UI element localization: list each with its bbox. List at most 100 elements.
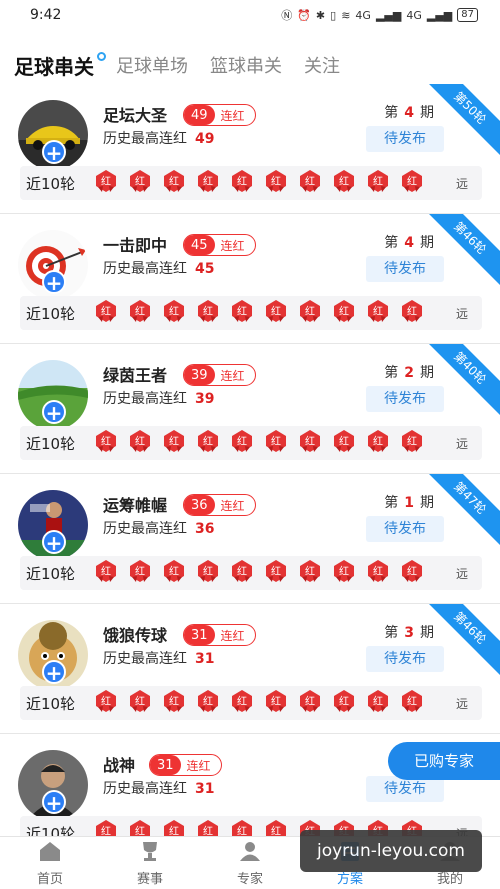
status-icons: Ⓝ ⏰ ✱ ▯ ≋ 4G ▂▄▆ 4G ▂▄▆ 87 xyxy=(281,7,478,23)
period-number: 3 xyxy=(404,625,414,641)
expert-name: 饿狼传球 xyxy=(103,626,168,645)
pending-status-button[interactable]: 待发布 xyxy=(366,256,444,282)
history-label: 历史最高连红 xyxy=(103,651,187,667)
red-result-icon: 红 xyxy=(264,429,288,457)
svg-text:红: 红 xyxy=(339,435,349,448)
period-prefix: 第 xyxy=(384,235,399,251)
tab-football-single[interactable]: 足球单场 xyxy=(116,54,188,80)
streak-label: 连红 xyxy=(220,238,245,253)
network-b-label: 4G xyxy=(406,8,422,22)
history-label: 历史最高连红 xyxy=(103,781,187,797)
tab-label: 足球串关 xyxy=(14,55,94,79)
red-result-icon: 红 xyxy=(366,559,390,587)
red-result-icon: 红 xyxy=(332,429,356,457)
nav-item-home[interactable]: 首页 xyxy=(0,837,100,889)
far-label: 远 xyxy=(455,177,468,191)
svg-text:红: 红 xyxy=(135,435,145,448)
pending-status-button[interactable]: 待发布 xyxy=(366,646,444,672)
expert-card[interactable]: + 一击即中 45 连红 历史最高连红 45 第 4 期待发布 第46轮 近10轮红红红红红红红红红… xyxy=(0,214,500,344)
pending-status-button[interactable]: 待发布 xyxy=(366,126,444,152)
svg-text:红: 红 xyxy=(169,435,179,448)
recent-label: 近10轮 xyxy=(26,434,76,453)
period-info: 第4期 xyxy=(384,102,434,122)
expert-card[interactable]: + 饿狼传球 31 连红 历史最高连红 31 第 3 期待发布 第46轮 近10轮红红红红红红红红红… xyxy=(0,604,500,734)
period-info: 第2期 xyxy=(384,362,434,382)
red-result-icon: 红 xyxy=(298,169,322,197)
red-result-icon: 红 xyxy=(332,299,356,327)
history-value: 36 xyxy=(195,521,215,537)
follow-plus-icon[interactable]: + xyxy=(42,270,66,294)
streak-label: 连红 xyxy=(220,498,245,513)
svg-text:红: 红 xyxy=(169,565,179,578)
streak-badge: 45 连红 xyxy=(183,234,256,256)
svg-text:红: 红 xyxy=(101,305,111,318)
follow-plus-icon[interactable]: + xyxy=(42,140,66,164)
period-suffix: 期 xyxy=(420,495,434,511)
pending-status-button[interactable]: 待发布 xyxy=(366,386,444,412)
svg-text:红: 红 xyxy=(373,175,383,188)
svg-text:红: 红 xyxy=(271,565,281,578)
svg-text:红: 红 xyxy=(203,435,213,448)
svg-text:红: 红 xyxy=(339,695,349,708)
svg-text:红: 红 xyxy=(271,175,281,188)
history-best: 历史最高连红 49 xyxy=(103,128,214,148)
follow-plus-icon[interactable]: + xyxy=(42,790,66,814)
tab-follow[interactable]: 关注 xyxy=(304,54,340,80)
streak-badge: 39 连红 xyxy=(183,364,256,386)
svg-text:红: 红 xyxy=(271,695,281,708)
history-value: 31 xyxy=(195,651,215,667)
history-label: 历史最高连红 xyxy=(103,261,187,277)
svg-text:红: 红 xyxy=(237,565,247,578)
expert-card[interactable]: + 足坛大圣 49 连红 历史最高连红 49 第 4 期待发布 第50轮 近10轮红红红红红红红红红… xyxy=(0,84,500,214)
pending-status-button[interactable]: 待发布 xyxy=(366,516,444,542)
svg-text:红: 红 xyxy=(237,175,247,188)
expert-name: 运筹帷幄 xyxy=(103,496,168,515)
expert-card[interactable]: + 运筹帷幄 36 连红 历史最高连红 36 第 1 期待发布 第47轮 近10轮红红红红红红红红红… xyxy=(0,474,500,604)
nav-label: 首页 xyxy=(36,871,63,887)
svg-text:红: 红 xyxy=(101,695,111,708)
watermark: joyrun-leyou.com xyxy=(300,830,482,872)
tab-basketball-parlay[interactable]: 篮球串关 xyxy=(210,54,282,80)
period-info: 第3期 xyxy=(384,622,434,642)
nav-item-trophy[interactable]: 赛事 xyxy=(100,837,200,889)
tab-football-parlay[interactable]: 足球串关 xyxy=(14,52,106,80)
svg-text:红: 红 xyxy=(407,565,417,578)
period-prefix: 第 xyxy=(384,495,399,511)
history-best: 历史最高连红 39 xyxy=(103,388,214,408)
nfc-icon: Ⓝ xyxy=(281,9,293,22)
follow-plus-icon[interactable]: + xyxy=(42,530,66,554)
svg-text:红: 红 xyxy=(373,695,383,708)
red-result-icon: 红 xyxy=(366,429,390,457)
streak-badge: 31 连红 xyxy=(183,624,256,646)
nav-item-expert[interactable]: 专家 xyxy=(200,837,300,889)
red-result-icon: 红 xyxy=(298,429,322,457)
signal-a-icon: ▂▄▆ xyxy=(375,8,402,22)
active-dot-icon xyxy=(97,52,106,61)
history-best: 历史最高连红 45 xyxy=(103,258,214,278)
red-result-icon: 红 xyxy=(400,429,424,457)
expert-card[interactable]: + 绿茵王者 39 连红 历史最高连红 39 第 2 期待发布 第40轮 近10轮红红红红红红红红红… xyxy=(0,344,500,474)
history-best: 历史最高连红 36 xyxy=(103,518,214,538)
follow-plus-icon[interactable]: + xyxy=(42,660,66,684)
battery-icon: 87 xyxy=(457,8,478,22)
wifi-icon: ≋ xyxy=(341,8,351,22)
streak-count: 45 xyxy=(184,235,215,255)
period-prefix: 第 xyxy=(384,625,399,641)
svg-text:红: 红 xyxy=(305,565,315,578)
history-value: 49 xyxy=(195,131,215,147)
history-best: 历史最高连红 31 xyxy=(103,648,214,668)
recent-results-row: 近10轮 红 红 红 红 红 红 红 红 红 红 远 xyxy=(20,686,482,720)
history-value: 45 xyxy=(195,261,215,277)
svg-text:红: 红 xyxy=(169,305,179,318)
period-suffix: 期 xyxy=(420,625,434,641)
period-info: 第4期 xyxy=(384,232,434,252)
svg-text:红: 红 xyxy=(135,175,145,188)
follow-plus-icon[interactable]: + xyxy=(42,400,66,424)
red-result-icon: 红 xyxy=(298,299,322,327)
svg-text:红: 红 xyxy=(339,565,349,578)
recent-label: 近10轮 xyxy=(26,304,76,323)
history-value: 39 xyxy=(195,391,215,407)
red-result-icon: 红 xyxy=(94,689,118,717)
svg-text:红: 红 xyxy=(135,305,145,318)
purchased-experts-button[interactable]: 已购专家 xyxy=(388,742,500,780)
